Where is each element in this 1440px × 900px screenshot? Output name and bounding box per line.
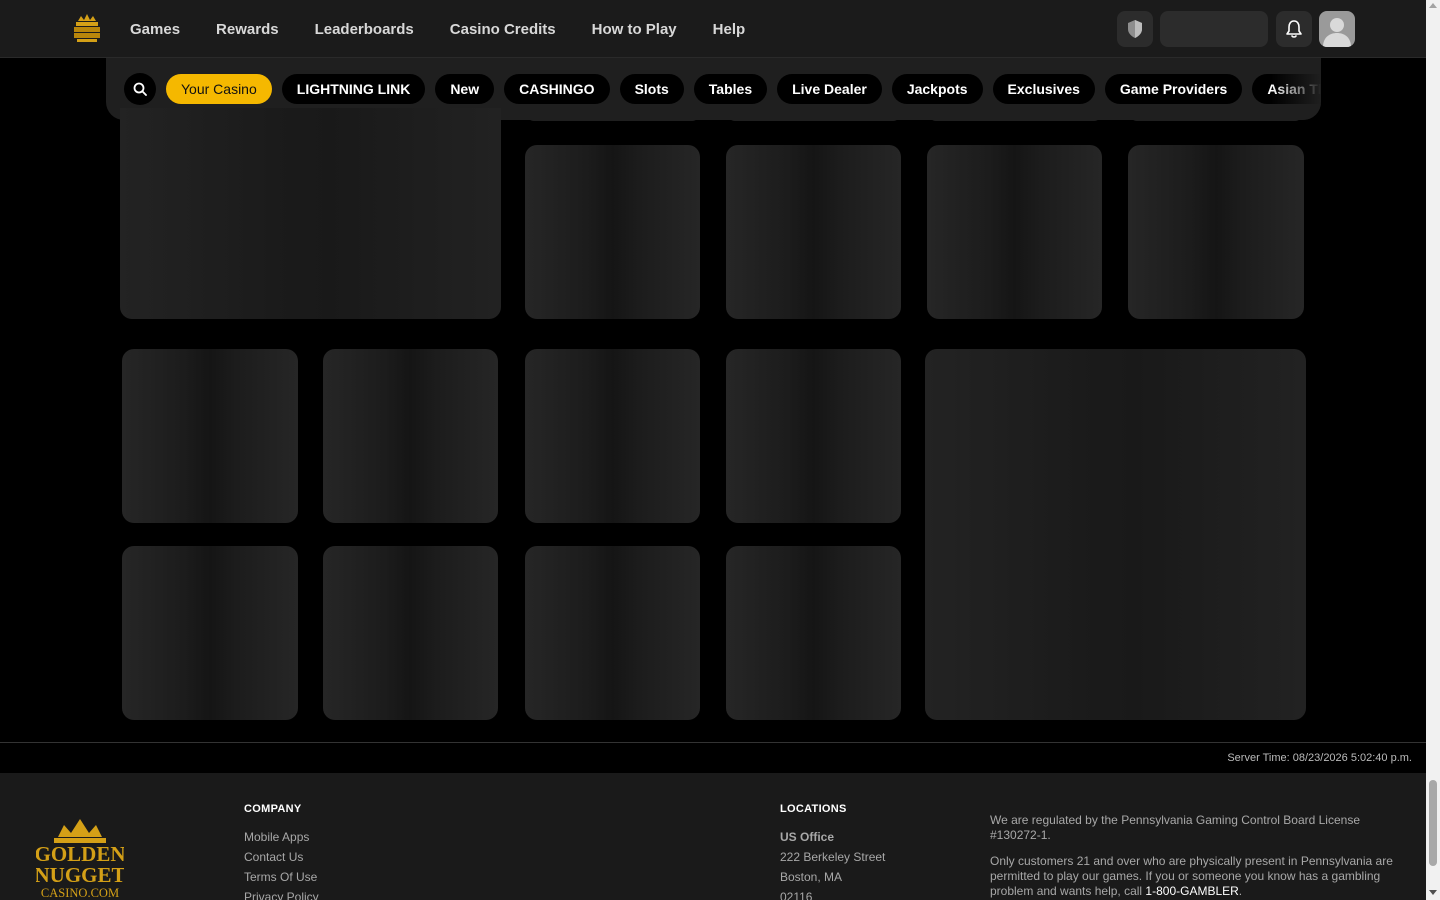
nav-leaderboards[interactable]: Leaderboards — [315, 21, 414, 38]
address-line: 222 Berkeley Street — [780, 850, 886, 864]
golden-nugget-logo-icon[interactable] — [70, 12, 104, 46]
regulation-license: We are regulated by the Pennsylvania Gam… — [990, 813, 1360, 842]
notifications-button[interactable] — [1276, 11, 1312, 47]
balance-display[interactable] — [1160, 11, 1268, 47]
security-button[interactable] — [1117, 11, 1153, 47]
scroll-up-arrow-icon[interactable] — [1429, 3, 1437, 8]
game-tile[interactable] — [927, 145, 1102, 319]
page: Games Rewards Leaderboards Casino Credit… — [0, 0, 1440, 900]
bell-icon — [1286, 20, 1302, 38]
link-privacy-policy[interactable]: Privacy Policy — [244, 890, 319, 900]
footer: GOLDEN NUGGET CASINO.COM COMPANY Mobile … — [0, 773, 1426, 900]
logo-text-casino: CASINO.COM — [41, 886, 119, 900]
game-tile[interactable] — [323, 546, 498, 720]
footer-locations: LOCATIONS US Office 222 Berkeley Street … — [780, 803, 885, 900]
search-button[interactable] — [124, 73, 156, 105]
game-tile[interactable] — [323, 349, 498, 523]
main-nav: Games Rewards Leaderboards Casino Credit… — [130, 0, 745, 58]
regulation-age-notice: Only customers 21 and over who are physi… — [990, 854, 1410, 899]
link-terms-of-use[interactable]: Terms Of Use — [244, 870, 319, 884]
locations-heading: LOCATIONS — [780, 803, 847, 815]
featured-game-tile[interactable] — [120, 108, 501, 319]
shield-icon — [1128, 20, 1142, 38]
search-icon — [133, 82, 147, 96]
address-line: 02116 — [780, 890, 813, 900]
golden-nugget-footer-logo-icon[interactable]: GOLDEN NUGGET CASINO.COM — [36, 813, 124, 900]
nav-games[interactable]: Games — [130, 21, 180, 38]
featured-game-tile[interactable] — [925, 349, 1306, 720]
game-tile[interactable] — [122, 546, 298, 720]
address-line: Boston, MA — [780, 870, 843, 884]
category-tables[interactable]: Tables — [693, 74, 768, 104]
nav-rewards[interactable]: Rewards — [216, 21, 279, 38]
game-tile[interactable] — [726, 349, 901, 523]
company-heading: COMPANY — [244, 803, 302, 815]
regulation-period: . — [1238, 884, 1243, 898]
game-tile[interactable] — [1128, 145, 1304, 319]
page-scrollbar[interactable] — [1426, 0, 1440, 900]
nav-how-to-play[interactable]: How to Play — [592, 21, 677, 38]
category-slots[interactable]: Slots — [619, 74, 684, 104]
category-your-casino[interactable]: Your Casino — [166, 74, 272, 104]
category-new[interactable]: New — [435, 74, 495, 104]
category-scroll-fade — [1271, 58, 1321, 120]
game-tile[interactable] — [122, 349, 298, 523]
category-lightning-link[interactable]: LIGHTNING LINK — [281, 74, 426, 104]
gambler-helpline[interactable]: 1-800-GAMBLER — [1145, 884, 1238, 898]
game-tile[interactable] — [726, 546, 901, 720]
category-game-providers[interactable]: Game Providers — [1104, 74, 1243, 104]
top-header: Games Rewards Leaderboards Casino Credit… — [0, 0, 1426, 58]
game-tile[interactable] — [525, 145, 700, 319]
game-tile[interactable] — [525, 546, 700, 720]
user-avatar-icon — [1323, 18, 1351, 47]
game-tile[interactable] — [525, 349, 700, 523]
scrollbar-thumb[interactable] — [1429, 780, 1437, 866]
category-cashingo[interactable]: CASHINGO — [504, 74, 610, 104]
category-live-dealer[interactable]: Live Dealer — [777, 74, 882, 104]
link-contact-us[interactable]: Contact Us — [244, 850, 319, 864]
nav-casino-credits[interactable]: Casino Credits — [450, 21, 556, 38]
link-mobile-apps[interactable]: Mobile Apps — [244, 830, 319, 844]
game-tile[interactable] — [726, 145, 901, 319]
logo-text-nugget: NUGGET — [36, 863, 124, 887]
user-avatar-button[interactable] — [1319, 11, 1355, 47]
category-jackpots[interactable]: Jackpots — [891, 74, 983, 104]
scroll-down-arrow-icon[interactable] — [1429, 890, 1437, 895]
category-exclusives[interactable]: Exclusives — [992, 74, 1095, 104]
server-time: Server Time: 08/23/2026 5:02:40 p.m. — [1227, 752, 1412, 764]
footer-company: COMPANY Mobile Apps Contact Us Terms Of … — [244, 803, 319, 900]
office-name: US Office — [780, 830, 835, 844]
server-time-bar: Server Time: 08/23/2026 5:02:40 p.m. — [0, 742, 1426, 773]
regulation-text: We are regulated by the Pennsylvania Gam… — [990, 813, 1410, 900]
nav-help[interactable]: Help — [713, 21, 746, 38]
